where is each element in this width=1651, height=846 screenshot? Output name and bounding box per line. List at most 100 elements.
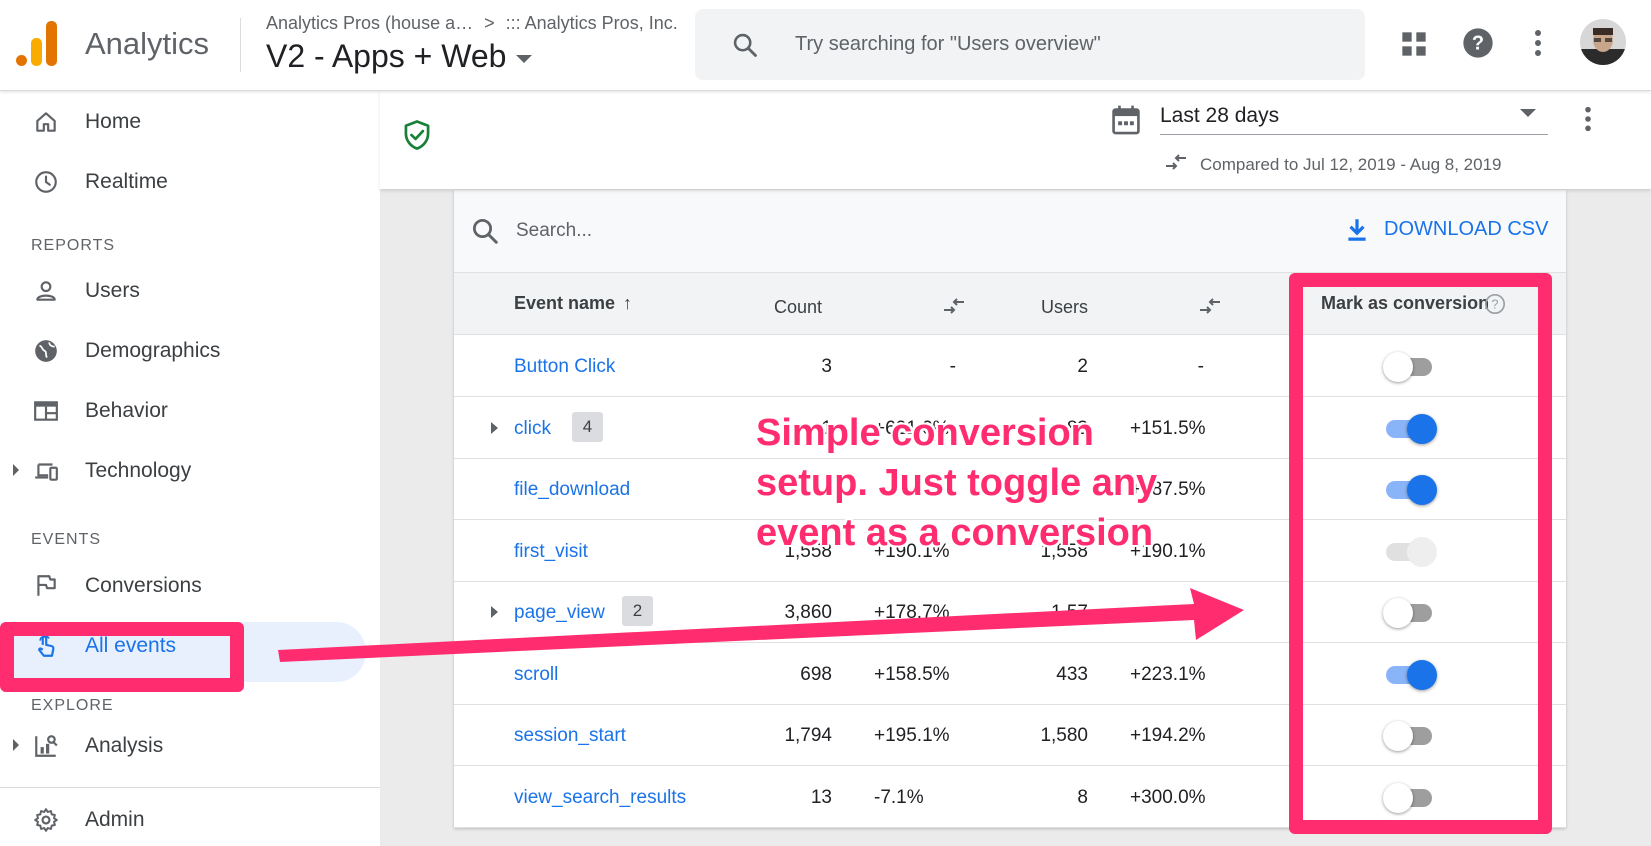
- event-name-link[interactable]: click: [514, 418, 551, 440]
- avatar[interactable]: [1580, 19, 1626, 65]
- calendar-icon[interactable]: [1110, 103, 1142, 137]
- search-placeholder: Try searching for "Users overview": [795, 33, 1101, 55]
- property-selector[interactable]: V2 - Apps + Web: [266, 38, 533, 75]
- sidebar-item-label: Realtime: [85, 170, 168, 193]
- sidebar-item-label: Technology: [85, 459, 192, 482]
- count-value: 13: [810, 786, 832, 808]
- event-name-link[interactable]: first_visit: [514, 541, 588, 563]
- more-vert-icon[interactable]: [1581, 105, 1595, 133]
- sidebar-item-label: Behavior: [85, 399, 168, 422]
- clock-icon: [35, 171, 57, 193]
- person-icon: [36, 281, 56, 301]
- expand-arrow-icon[interactable]: [13, 464, 19, 476]
- event-name-link[interactable]: file_download: [514, 479, 630, 501]
- column-header-event-name[interactable]: Event name ↑: [514, 293, 632, 314]
- expand-arrow-icon[interactable]: [491, 421, 498, 434]
- section-label-reports: REPORTS: [31, 237, 116, 254]
- report-header: Last 28 days Compared to Jul 12, 2019 - …: [380, 91, 1651, 189]
- svg-text:?: ?: [1472, 33, 1484, 55]
- top-app-bar: Analytics Analytics Pros (house a… > :::…: [0, 0, 1651, 91]
- users-value: 8: [1077, 786, 1088, 808]
- breadcrumb[interactable]: Analytics Pros (house a… > ::: Analytics…: [266, 13, 678, 34]
- users-change: -: [1197, 356, 1204, 377]
- date-range-select[interactable]: Last 28 days: [1160, 104, 1279, 128]
- event-count-badge: 2: [622, 596, 653, 626]
- global-search-bar[interactable]: Try searching for "Users overview": [695, 9, 1365, 80]
- users-change: +300.0%: [1130, 786, 1206, 808]
- sidebar-item-behavior[interactable]: Behavior: [0, 386, 370, 434]
- annotation-box-all-events: [0, 622, 244, 692]
- sidebar-nav: Home Realtime REPORTS Users Demographics…: [0, 91, 380, 846]
- date-range-underline: [1160, 134, 1548, 135]
- dropdown-caret-icon[interactable]: [1520, 109, 1536, 117]
- home-icon: [36, 112, 56, 132]
- users-value: 433: [1056, 663, 1088, 685]
- sidebar-item-label: Demographics: [85, 339, 221, 362]
- shield-check-icon[interactable]: [402, 119, 432, 151]
- header-divider: [240, 18, 241, 72]
- analytics-logo-icon[interactable]: [16, 20, 58, 66]
- section-label-events: EVENTS: [31, 531, 102, 548]
- help-icon[interactable]: ?: [1462, 27, 1494, 59]
- column-header-count[interactable]: Count: [774, 297, 822, 318]
- count-change: -: [949, 356, 956, 377]
- count-value: 1,794: [784, 725, 832, 746]
- sidebar-item-demographics[interactable]: Demographics: [0, 326, 370, 374]
- sidebar-item-label: Conversions: [85, 574, 202, 597]
- sidebar-item-users[interactable]: Users: [0, 266, 370, 314]
- sidebar-item-label: Home: [85, 110, 142, 133]
- sidebar-item-home[interactable]: Home: [0, 97, 370, 145]
- compare-arrows-icon: [1200, 298, 1220, 314]
- sort-up-arrow-icon[interactable]: ↑: [623, 293, 632, 313]
- chevron-right-icon: >: [484, 13, 495, 33]
- event-name-link[interactable]: session_start: [514, 725, 626, 747]
- search-icon: [473, 219, 498, 244]
- org-crumb[interactable]: ::: Analytics Pros, Inc.: [506, 13, 678, 33]
- sidebar-item-label: Users: [85, 279, 140, 302]
- count-change: +195.1%: [874, 725, 950, 746]
- more-vert-icon[interactable]: [1530, 28, 1546, 58]
- event-name-link[interactable]: scroll: [514, 664, 558, 686]
- app-name[interactable]: Analytics: [85, 26, 209, 62]
- analysis-icon: [35, 735, 58, 757]
- event-count-badge: 4: [572, 411, 603, 442]
- table-search-bar[interactable]: Search... DOWNLOAD CSV: [454, 190, 1566, 273]
- expand-arrow-icon[interactable]: [13, 739, 19, 751]
- apps-grid-icon[interactable]: [1400, 30, 1428, 58]
- expand-arrow-icon[interactable]: [491, 606, 498, 618]
- event-name-link[interactable]: Button Click: [514, 356, 615, 378]
- compare-arrows-icon: [1166, 154, 1186, 170]
- annotation-line: Simple conversion: [756, 412, 1094, 454]
- annotation-line: setup. Just toggle any: [756, 462, 1158, 504]
- download-csv-button[interactable]: DOWNLOAD CSV: [1384, 218, 1548, 241]
- annotation-callout: Simple conversion setup. Just toggle any…: [756, 408, 1176, 558]
- sidebar-divider: [0, 787, 380, 788]
- compare-arrows-icon: [944, 298, 964, 314]
- sidebar-item-technology[interactable]: Technology: [0, 446, 370, 494]
- event-name-link[interactable]: page_view: [514, 602, 605, 624]
- devices-icon: [35, 463, 58, 481]
- count-change: +158.5%: [874, 663, 950, 685]
- sidebar-item-label: Analysis: [85, 734, 164, 757]
- event-name-link[interactable]: view_search_results: [514, 787, 686, 809]
- globe-icon: [35, 340, 57, 362]
- annotation-box-toggles: [1289, 273, 1552, 834]
- sidebar-item-admin[interactable]: Admin: [0, 795, 370, 843]
- count-value: 3: [821, 356, 832, 377]
- download-icon[interactable]: [1344, 216, 1370, 244]
- web-layout-icon: [34, 401, 58, 421]
- sidebar-item-analysis[interactable]: Analysis: [0, 721, 370, 769]
- flag-icon: [37, 575, 56, 596]
- column-header-users[interactable]: Users: [1041, 297, 1088, 318]
- account-crumb[interactable]: Analytics Pros (house a…: [266, 13, 473, 33]
- sidebar-item-conversions[interactable]: Conversions: [0, 561, 370, 609]
- sidebar-item-realtime[interactable]: Realtime: [0, 157, 370, 205]
- sidebar-item-label: Admin: [85, 808, 145, 831]
- table-search-placeholder: Search...: [516, 220, 593, 241]
- gear-icon: [34, 808, 58, 832]
- comparison-text: Compared to Jul 12, 2019 - Aug 8, 2019: [1200, 155, 1502, 174]
- users-change: +223.1%: [1130, 663, 1206, 685]
- users-value: 1,57: [1051, 602, 1088, 623]
- count-value: 3,860: [784, 602, 832, 623]
- search-icon: [733, 33, 757, 57]
